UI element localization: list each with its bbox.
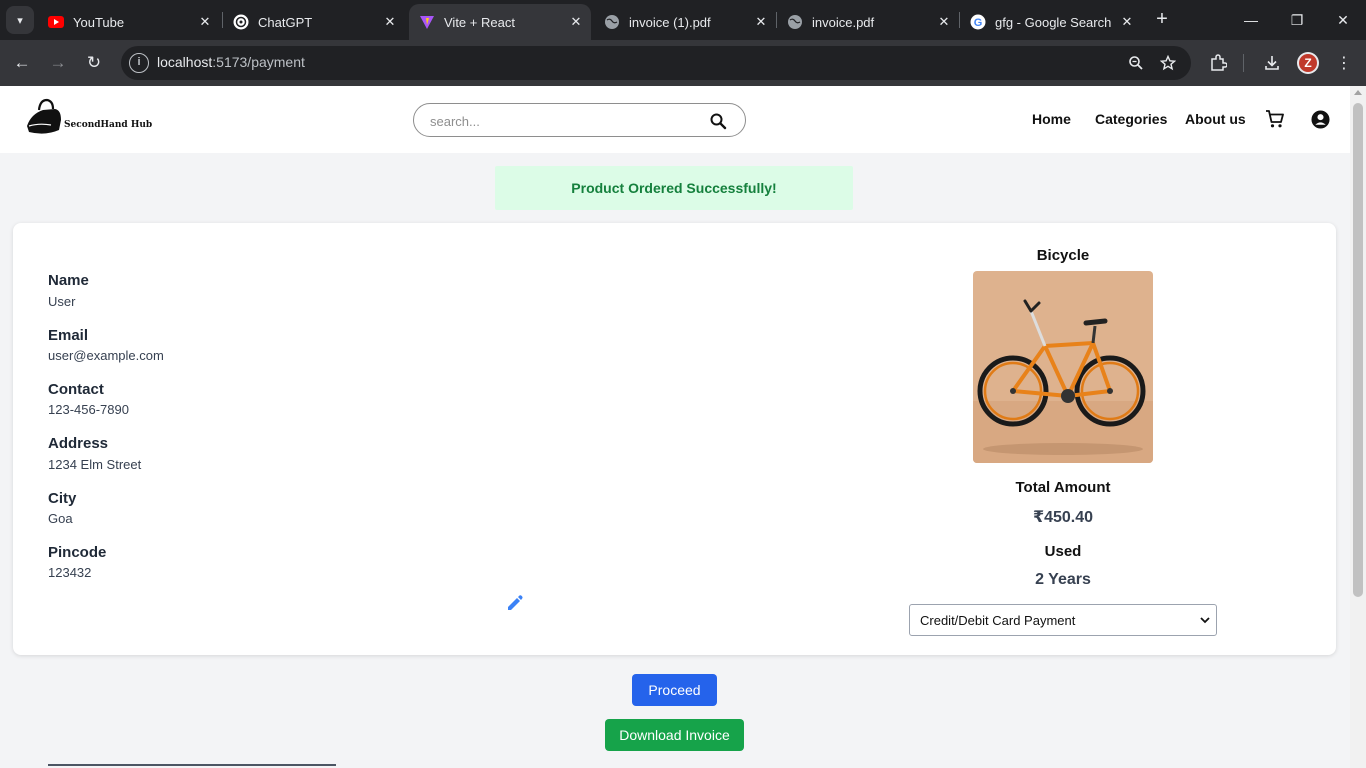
url-text[interactable]: localhost:5173/payment xyxy=(157,54,305,70)
pincode-value: 123432 xyxy=(48,565,92,580)
site-header: SecondHand Hub Home Categories About us xyxy=(0,86,1350,153)
contact-value: 123-456-7890 xyxy=(48,402,129,417)
download-invoice-button[interactable]: Download Invoice xyxy=(605,719,744,751)
extensions-icon[interactable] xyxy=(1208,53,1228,73)
address-bar[interactable]: i localhost:5173/payment xyxy=(121,46,1191,80)
close-icon[interactable]: ✕ xyxy=(381,13,399,31)
total-amount-value: ₹450.40 xyxy=(1032,509,1094,526)
tab-youtube[interactable]: YouTube ✕ xyxy=(38,4,220,40)
address-label: Address xyxy=(48,435,109,452)
globe-icon xyxy=(787,14,803,30)
browser-toolbar: ← → ↻ i localhost:5173/payment Z ⋮ xyxy=(0,40,1366,86)
close-window-button[interactable]: ✕ xyxy=(1320,0,1366,40)
close-icon[interactable]: ✕ xyxy=(1118,13,1136,31)
chatgpt-icon xyxy=(233,14,249,30)
restore-button[interactable]: ❐ xyxy=(1274,0,1320,40)
email-value: user@example.com xyxy=(48,348,164,363)
google-icon: G xyxy=(970,14,986,30)
scrollbar-thumb[interactable] xyxy=(1353,103,1363,597)
email-label: Email xyxy=(48,327,89,344)
close-icon[interactable]: ✕ xyxy=(196,13,214,31)
order-details-card: Name User Email user@example.com Contact… xyxy=(13,223,1336,655)
bottom-divider xyxy=(48,764,336,766)
tab-title: gfg - Google Search xyxy=(995,14,1112,30)
back-button[interactable]: ← xyxy=(8,49,36,77)
logo-text: SecondHand Hub xyxy=(64,120,153,130)
name-value: User xyxy=(48,294,76,309)
payment-method-select[interactable]: Credit/Debit Card Payment xyxy=(909,604,1217,636)
bicycle-image xyxy=(973,271,1153,463)
tab-chatgpt[interactable]: ChatGPT ✕ xyxy=(223,4,405,40)
city-label: City xyxy=(48,490,77,507)
contact-label: Contact xyxy=(48,381,104,398)
tab-search-button[interactable]: ▾ xyxy=(6,6,34,34)
tab-vite-react[interactable]: Vite + React ✕ xyxy=(409,4,591,40)
search-input[interactable] xyxy=(430,111,700,131)
account-icon[interactable] xyxy=(1311,110,1330,129)
tab-invoice-pdf[interactable]: invoice.pdf ✕ xyxy=(777,4,959,40)
address-value: 1234 Elm Street xyxy=(48,457,142,472)
new-tab-button[interactable]: + xyxy=(1150,8,1174,32)
close-icon[interactable]: ✕ xyxy=(935,13,953,31)
pincode-label: Pincode xyxy=(48,544,107,561)
product-name: Bicycle xyxy=(1036,247,1090,264)
browser-tab-strip: ▾ YouTube ✕ ChatGPT ✕ Vite + React ✕ inv… xyxy=(0,0,1366,40)
logo[interactable]: SecondHand Hub xyxy=(25,96,152,138)
profile-avatar[interactable]: Z xyxy=(1297,52,1319,74)
tab-title: ChatGPT xyxy=(258,14,313,30)
bookmark-star-icon[interactable] xyxy=(1159,54,1177,72)
city-value: Goa xyxy=(48,511,73,526)
globe-icon xyxy=(604,14,620,30)
toolbar-divider xyxy=(1243,54,1244,72)
tab-title: invoice.pdf xyxy=(812,14,875,30)
name-label: Name xyxy=(48,272,89,289)
forward-button[interactable]: → xyxy=(44,49,72,77)
nav-categories[interactable]: Categories xyxy=(1095,111,1167,127)
site-info-icon[interactable]: i xyxy=(129,53,149,73)
tab-title: Vite + React xyxy=(444,14,515,30)
tab-google-search[interactable]: G gfg - Google Search ✕ xyxy=(960,4,1142,40)
download-icon[interactable] xyxy=(1262,53,1282,73)
payment-method-value: Credit/Debit Card Payment xyxy=(920,612,1076,628)
close-icon[interactable]: ✕ xyxy=(567,13,585,31)
nav-about-us[interactable]: About us xyxy=(1185,111,1246,127)
used-label: Used xyxy=(1044,543,1082,560)
cart-icon[interactable] xyxy=(1265,109,1285,129)
browser-menu-icon[interactable]: ⋮ xyxy=(1334,53,1354,73)
total-amount-label: Total Amount xyxy=(1015,479,1111,496)
search-icon[interactable] xyxy=(709,112,727,130)
page-viewport: SecondHand Hub Home Categories About us … xyxy=(0,86,1350,768)
proceed-button[interactable]: Proceed xyxy=(632,674,717,706)
tab-title: invoice (1).pdf xyxy=(629,14,711,30)
shopping-bag-logo-icon xyxy=(27,98,61,134)
success-toast: Product Ordered Successfully! xyxy=(495,166,853,210)
youtube-icon xyxy=(48,14,64,30)
nav-home[interactable]: Home xyxy=(1032,111,1071,127)
tab-invoice-1-pdf[interactable]: invoice (1).pdf ✕ xyxy=(594,4,776,40)
vite-icon xyxy=(419,14,435,30)
reload-button[interactable]: ↻ xyxy=(80,49,108,77)
chevron-down-icon xyxy=(1200,617,1210,624)
scroll-up-arrow[interactable] xyxy=(1354,90,1362,95)
close-icon[interactable]: ✕ xyxy=(752,13,770,31)
product-image xyxy=(973,271,1153,463)
search-bar xyxy=(413,103,746,137)
zoom-icon[interactable] xyxy=(1127,54,1145,72)
edit-pencil-icon[interactable] xyxy=(506,594,524,612)
tab-title: YouTube xyxy=(73,14,125,30)
used-value: 2 Years xyxy=(1035,571,1091,588)
svg-text:G: G xyxy=(974,17,983,29)
minimize-button[interactable]: — xyxy=(1228,0,1274,40)
page-scrollbar[interactable] xyxy=(1350,86,1366,768)
